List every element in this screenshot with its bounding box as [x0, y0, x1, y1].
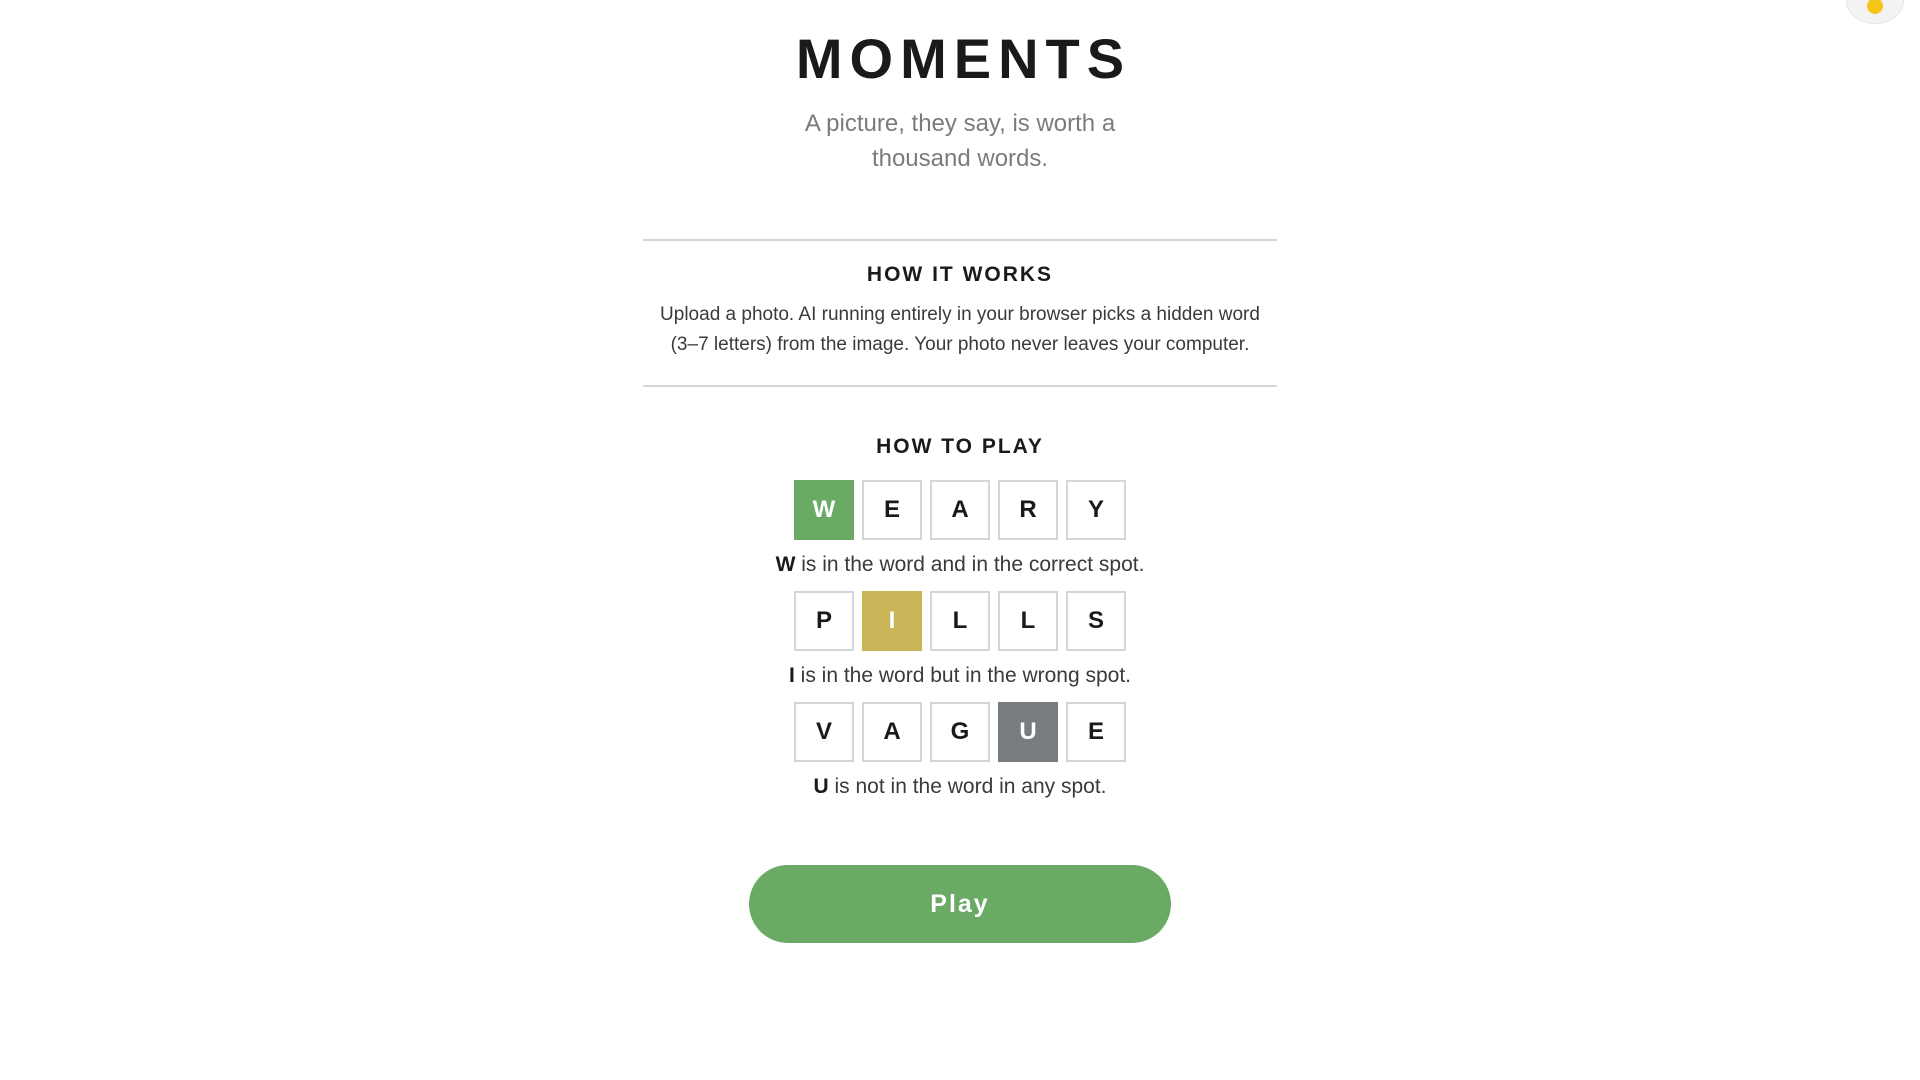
example-row-weary: W E A R Y — [643, 480, 1277, 540]
letter-tile-correct: W — [794, 480, 854, 540]
page-title: MOMENTS — [795, 27, 1132, 90]
letter-tile: L — [930, 591, 990, 651]
how-it-works-text: Upload a photo. AI running entirely in y… — [660, 304, 1260, 355]
letter-tile: L — [998, 591, 1058, 651]
page: MOMENTS A picture, they say, is worth a … — [0, 0, 1920, 1080]
example-row-vague: V A G U E — [643, 702, 1277, 762]
how-to-play-section: HOW TO PLAY W E A R Y W is in the word a… — [643, 387, 1277, 799]
letter-tile: A — [930, 480, 990, 540]
example-description: U is not in the word in any spot. — [643, 775, 1277, 799]
letter-tile: Y — [1066, 480, 1126, 540]
letter-tile: E — [862, 480, 922, 540]
letter-tile: A — [862, 702, 922, 762]
letter-tile-present: I — [862, 591, 922, 651]
example-letter: W — [775, 553, 796, 576]
letter-tile: G — [930, 702, 990, 762]
example-row-pills: P I L L S — [643, 591, 1277, 651]
letter-tile: V — [794, 702, 854, 762]
letter-tile: E — [1066, 702, 1126, 762]
example-letter: U — [813, 775, 829, 798]
page-subtitle: A picture, they say, is worth a thousand… — [804, 110, 1116, 172]
example-description-text: is in the word and in the correct spot. — [795, 553, 1145, 576]
letter-tile: P — [794, 591, 854, 651]
example-description-text: is not in the word in any spot. — [828, 775, 1107, 798]
how-it-works-heading: HOW IT WORKS — [866, 263, 1054, 286]
letter-tile: S — [1066, 591, 1126, 651]
letter-tile-absent: U — [998, 702, 1058, 762]
how-to-play-heading: HOW TO PLAY — [876, 435, 1044, 458]
play-button[interactable]: Play — [749, 865, 1171, 943]
example-description: I is in the word but in the wrong spot. — [643, 664, 1277, 688]
letter-tile: R — [998, 480, 1058, 540]
how-it-works-section: HOW IT WORKS Upload a photo. AI running … — [643, 241, 1277, 360]
example-description-text: is in the word but in the wrong spot. — [794, 664, 1132, 687]
example-description: W is in the word and in the correct spot… — [643, 553, 1277, 577]
main-content: MOMENTS A picture, they say, is worth a … — [0, 0, 1920, 943]
